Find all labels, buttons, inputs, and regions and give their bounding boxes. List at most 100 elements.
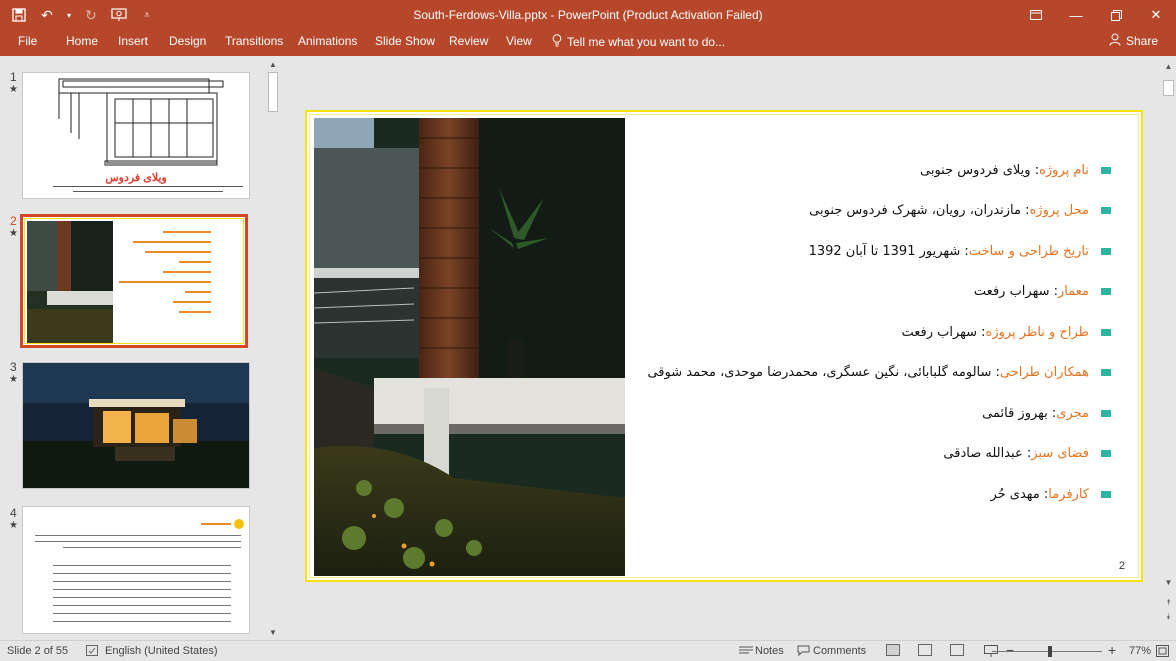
bullet-value: : مازندران، رویان، شهرک فردوس جنوبی <box>809 203 1030 219</box>
tab-view[interactable]: View <box>506 34 532 48</box>
share-label: Share <box>1125 34 1158 48</box>
next-slide-icon[interactable]: ⯯ <box>1161 610 1176 624</box>
spellcheck-icon[interactable] <box>86 645 98 659</box>
animation-star-icon: ★ <box>9 374 18 385</box>
animation-star-icon: ★ <box>9 228 18 239</box>
comment-icon[interactable] <box>797 645 810 659</box>
close-icon[interactable]: ✕ <box>1136 0 1176 30</box>
thumbnail-text-line <box>73 191 223 192</box>
tab-transitions[interactable]: Transitions <box>225 34 283 48</box>
bullet-item: کارفرما: مهدی حُر <box>611 474 1111 515</box>
thumbnail-text-line <box>35 535 241 536</box>
slide-bullet-list[interactable]: نام پروژه: ویلای فردوس جنوبی محل پروژه: … <box>611 150 1111 515</box>
bullet-square-icon <box>1101 207 1111 215</box>
normal-view-icon[interactable] <box>886 644 900 656</box>
bullet-item: مجری: بهروز قائمی <box>611 393 1111 434</box>
bullet-value: : مهدی حُر <box>990 486 1049 502</box>
scrollbar-thumb[interactable] <box>268 72 278 112</box>
fit-slide-icon[interactable] <box>1156 645 1169 660</box>
bullet-value: : ویلای فردوس جنوبی <box>920 162 1040 178</box>
bullet-item: همکاران طراحی: سالومه گلبابائی، نگین عسگ… <box>611 353 1111 394</box>
animation-star-icon: ★ <box>9 520 18 531</box>
tab-file[interactable]: File <box>18 34 37 48</box>
language-indicator[interactable]: English (United States) <box>105 645 218 657</box>
scrollbar-thumb[interactable] <box>1163 80 1174 96</box>
restore-icon[interactable] <box>1096 0 1136 30</box>
bullet-square-icon <box>1101 450 1111 458</box>
bullet-label: محل پروژه <box>1029 203 1090 219</box>
tell-me-box[interactable]: Tell me what you want to do... <box>552 34 725 50</box>
window-controls: — ✕ <box>1016 0 1176 30</box>
editor-scrollbar[interactable]: ▲ ▼ ⯭ ⯯ <box>1161 56 1176 640</box>
zoom-in-button[interactable]: + <box>1108 642 1116 658</box>
share-button[interactable]: Share <box>1109 33 1158 49</box>
villa-photo-graphic <box>314 118 625 576</box>
thumbnail-text-line <box>145 251 211 253</box>
thumbnail-text-line <box>53 565 231 566</box>
scroll-down-icon[interactable]: ▼ <box>266 626 280 640</box>
tab-home[interactable]: Home <box>66 34 98 48</box>
thumbnail-text-line <box>53 621 231 622</box>
bullet-square-icon <box>1101 369 1111 377</box>
scroll-up-icon[interactable]: ▲ <box>1161 60 1176 74</box>
reading-view-icon[interactable] <box>950 644 964 656</box>
bullet-label: مجری <box>1056 405 1089 421</box>
person-icon <box>1109 33 1121 49</box>
bullet-item: تاریخ طراحی و ساخت: شهریور 1391 تا آبان … <box>611 231 1111 272</box>
bullet-value: : سالومه گلبابائی، نگین عسگری، محمدرضا م… <box>647 365 1000 381</box>
bullet-circle-icon <box>234 519 244 529</box>
previous-slide-icon[interactable]: ⯭ <box>1161 596 1176 610</box>
tab-review[interactable]: Review <box>449 34 488 48</box>
thumbnail-title: ویلای فردوس <box>105 172 167 184</box>
minimize-icon[interactable]: — <box>1056 0 1096 30</box>
zoom-slider-track[interactable] <box>992 651 1102 652</box>
architecture-sketch <box>58 78 224 166</box>
window-title: South-Ferdows-Villa.pptx - PowerPoint (P… <box>413 8 763 22</box>
bullet-square-icon <box>1101 328 1111 336</box>
thumbnail-text-line <box>119 281 211 283</box>
zoom-level[interactable]: 77% <box>1129 645 1151 657</box>
slide-thumbnail-2[interactable] <box>20 214 248 348</box>
scroll-down-icon[interactable]: ▼ <box>1161 576 1176 590</box>
bullet-label: فضای سبز <box>1031 446 1089 462</box>
slide-thumbnail-4[interactable] <box>22 506 250 634</box>
notes-icon[interactable] <box>739 645 753 658</box>
bullet-label: طراح و ناظر پروژه <box>985 324 1089 340</box>
thumbnail-text-line <box>179 261 211 263</box>
slide-thumbnail-3[interactable] <box>22 362 250 489</box>
tell-me-text: Tell me what you want to do... <box>567 35 726 49</box>
bullet-square-icon <box>1101 288 1111 296</box>
current-slide[interactable]: نام پروژه: ویلای فردوس جنوبی محل پروژه: … <box>305 110 1143 582</box>
thumbnail-text-line <box>53 613 231 614</box>
thumbnail-number: 1 <box>10 70 17 84</box>
bullet-label: معمار <box>1058 284 1089 300</box>
bullet-item: طراح و ناظر پروژه: سهراب رفعت <box>611 312 1111 353</box>
thumbnail-text-line <box>173 301 211 303</box>
zoom-out-button[interactable]: − <box>1006 642 1014 658</box>
tab-design[interactable]: Design <box>169 34 206 48</box>
comments-button[interactable]: Comments <box>813 645 866 657</box>
notes-button[interactable]: Notes <box>755 645 784 657</box>
villa-photo[interactable] <box>314 118 625 576</box>
thumbnail-text-line <box>201 523 231 525</box>
slide-sorter-icon[interactable] <box>918 644 932 656</box>
thumbnail-text-line <box>35 541 241 542</box>
slide-thumbnail-1[interactable]: ویلای فردوس <box>22 72 250 199</box>
thumbnail-text-line <box>53 581 231 582</box>
slide-counter: Slide 2 of 55 <box>7 645 69 657</box>
slideshow-view-icon[interactable] <box>984 645 998 660</box>
thumbnail-number: 3 <box>10 360 17 374</box>
bullet-label: کارفرما <box>1048 486 1089 502</box>
ribbon-display-options-icon[interactable] <box>1016 0 1056 30</box>
scroll-up-icon[interactable]: ▲ <box>266 58 280 72</box>
thumbnail-scrollbar[interactable]: ▲ ▼ <box>266 58 280 640</box>
tab-slide-show[interactable]: Slide Show <box>375 34 435 48</box>
bullet-label: نام پروژه <box>1039 162 1089 178</box>
zoom-slider-knob[interactable] <box>1048 646 1052 657</box>
tab-insert[interactable]: Insert <box>118 34 148 48</box>
bullet-item: محل پروژه: مازندران، رویان، شهرک فردوس ج… <box>611 191 1111 232</box>
thumbnail-text-line <box>53 597 231 598</box>
tab-animations[interactable]: Animations <box>298 34 357 48</box>
bullet-value: : سهراب رفعت <box>973 284 1058 300</box>
thumbnail-text-line <box>53 186 243 187</box>
